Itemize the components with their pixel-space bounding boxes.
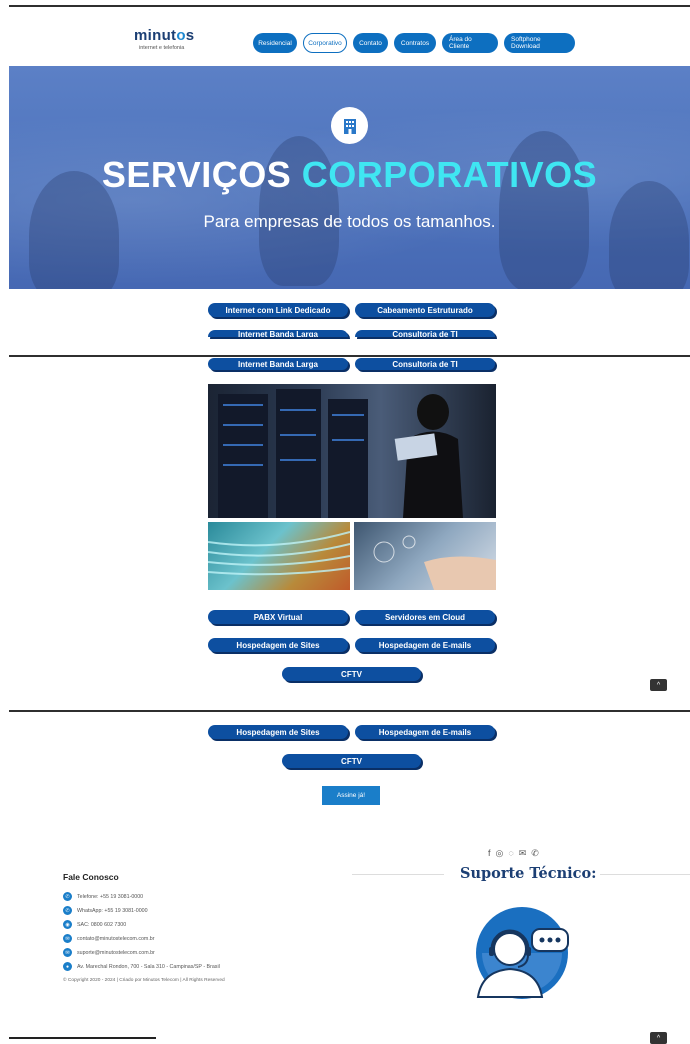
service-servidores-button[interactable]: Servidores em Cloud [355, 610, 495, 624]
divider-line [352, 874, 444, 875]
contact-support-email[interactable]: ✉ suporte@minutostelecom.com.br [63, 948, 155, 957]
chevron-up-icon[interactable]: ^ [650, 1032, 667, 1044]
touchscreen-photo [354, 522, 496, 590]
mail-icon[interactable]: ✉ [519, 848, 527, 859]
mail-icon: ✉ [63, 948, 72, 957]
nav-contato[interactable]: Contato [353, 33, 388, 53]
nav-corporativo[interactable]: Corporativo [303, 33, 347, 53]
nav-area-do-cliente[interactable]: Área do Cliente [442, 33, 498, 53]
phone-icon[interactable]: ✆ [531, 848, 539, 859]
service-cftv-button[interactable]: CFTV [282, 754, 421, 768]
support-agent-icon [476, 907, 569, 999]
hero-title: SERVIÇOS CORPORATIVOS [101, 154, 598, 195]
service-banda-larga-button[interactable]: Internet Banda Larga [208, 358, 348, 370]
location-icon: ● [63, 962, 72, 971]
brand-logo[interactable]: minutos internet e telefonia [134, 27, 194, 51]
fiber-cables-photo [208, 522, 350, 590]
hero-banner: SERVIÇOS CORPORATIVOS Para empresas de t… [9, 66, 690, 289]
subscribe-button[interactable]: Assine já! [322, 786, 380, 805]
whatsapp-icon: ✆ [63, 906, 72, 915]
contact-title: Fale Conosco [63, 872, 119, 882]
nav-contratos[interactable]: Contratos [394, 33, 436, 53]
service-hospedagem-sites-button[interactable]: Hospedagem de Sites [208, 725, 348, 739]
datacenter-photo [208, 384, 496, 518]
service-link-dedicado-button[interactable]: Internet com Link Dedicado [208, 303, 348, 317]
divider-line [600, 874, 690, 875]
service-consultoria-button[interactable]: Consultoria de TI [355, 358, 495, 370]
contact-sac[interactable]: ◉ SAC: 0800 602 7300 [63, 920, 126, 929]
nav-residencial[interactable]: Residencial [253, 33, 297, 53]
service-hospedagem-sites-button[interactable]: Hospedagem de Sites [208, 638, 348, 652]
nav-softphone-download[interactable]: Softphone Download [504, 33, 575, 53]
contact-whatsapp[interactable]: ✆ WhatsApp: +55 19 3081-0000 [63, 906, 148, 915]
contact-phone[interactable]: ✆ Telefone: +55 19 3081-0000 [63, 892, 143, 901]
contact-email[interactable]: ✉ contato@minutostelecom.com.br [63, 934, 155, 943]
contact-address[interactable]: ● Av. Marechal Rondon, 700 - Sala 310 - C… [63, 962, 220, 971]
service-consultoria-button-partial[interactable]: Consultoria de TI [355, 330, 495, 337]
chevron-up-icon[interactable]: ^ [650, 679, 667, 691]
site-header: minutos internet e telefonia Residencial… [0, 7, 690, 65]
service-banda-larga-button-partial[interactable]: Internet Banda Larga [208, 330, 348, 337]
service-hospedagem-emails-button[interactable]: Hospedagem de E-mails [355, 725, 495, 739]
service-cabeamento-button[interactable]: Cabeamento Estruturado [355, 303, 495, 317]
hero-subtitle: Para empresas de todos os tamanhos. [203, 212, 496, 231]
whatsapp-icon[interactable]: ◌ [508, 848, 513, 859]
facebook-icon[interactable]: f [488, 848, 491, 859]
social-links: f ◎ ◌ ✉ ✆ [488, 848, 539, 859]
phone-icon: ✆ [63, 892, 72, 901]
section-divider [9, 355, 690, 357]
office-building-icon [331, 107, 368, 144]
logo-wordmark: minutos [134, 27, 195, 44]
service-hospedagem-emails-button[interactable]: Hospedagem de E-mails [355, 638, 495, 652]
logo-tagline: internet e telefonia [139, 45, 185, 51]
copyright-text: © Copyright 2020 - 2024 | Criado por Min… [63, 978, 225, 983]
service-pabx-button[interactable]: PABX Virtual [208, 610, 348, 624]
mail-icon: ✉ [63, 934, 72, 943]
headset-icon: ◉ [63, 920, 72, 929]
instagram-icon[interactable]: ◎ [496, 848, 504, 859]
service-cftv-button[interactable]: CFTV [282, 667, 421, 681]
section-divider [9, 710, 690, 712]
support-title: Suporte Técnico: [460, 865, 597, 882]
main-nav: Residencial Corporativo Contato Contrato… [253, 33, 575, 53]
